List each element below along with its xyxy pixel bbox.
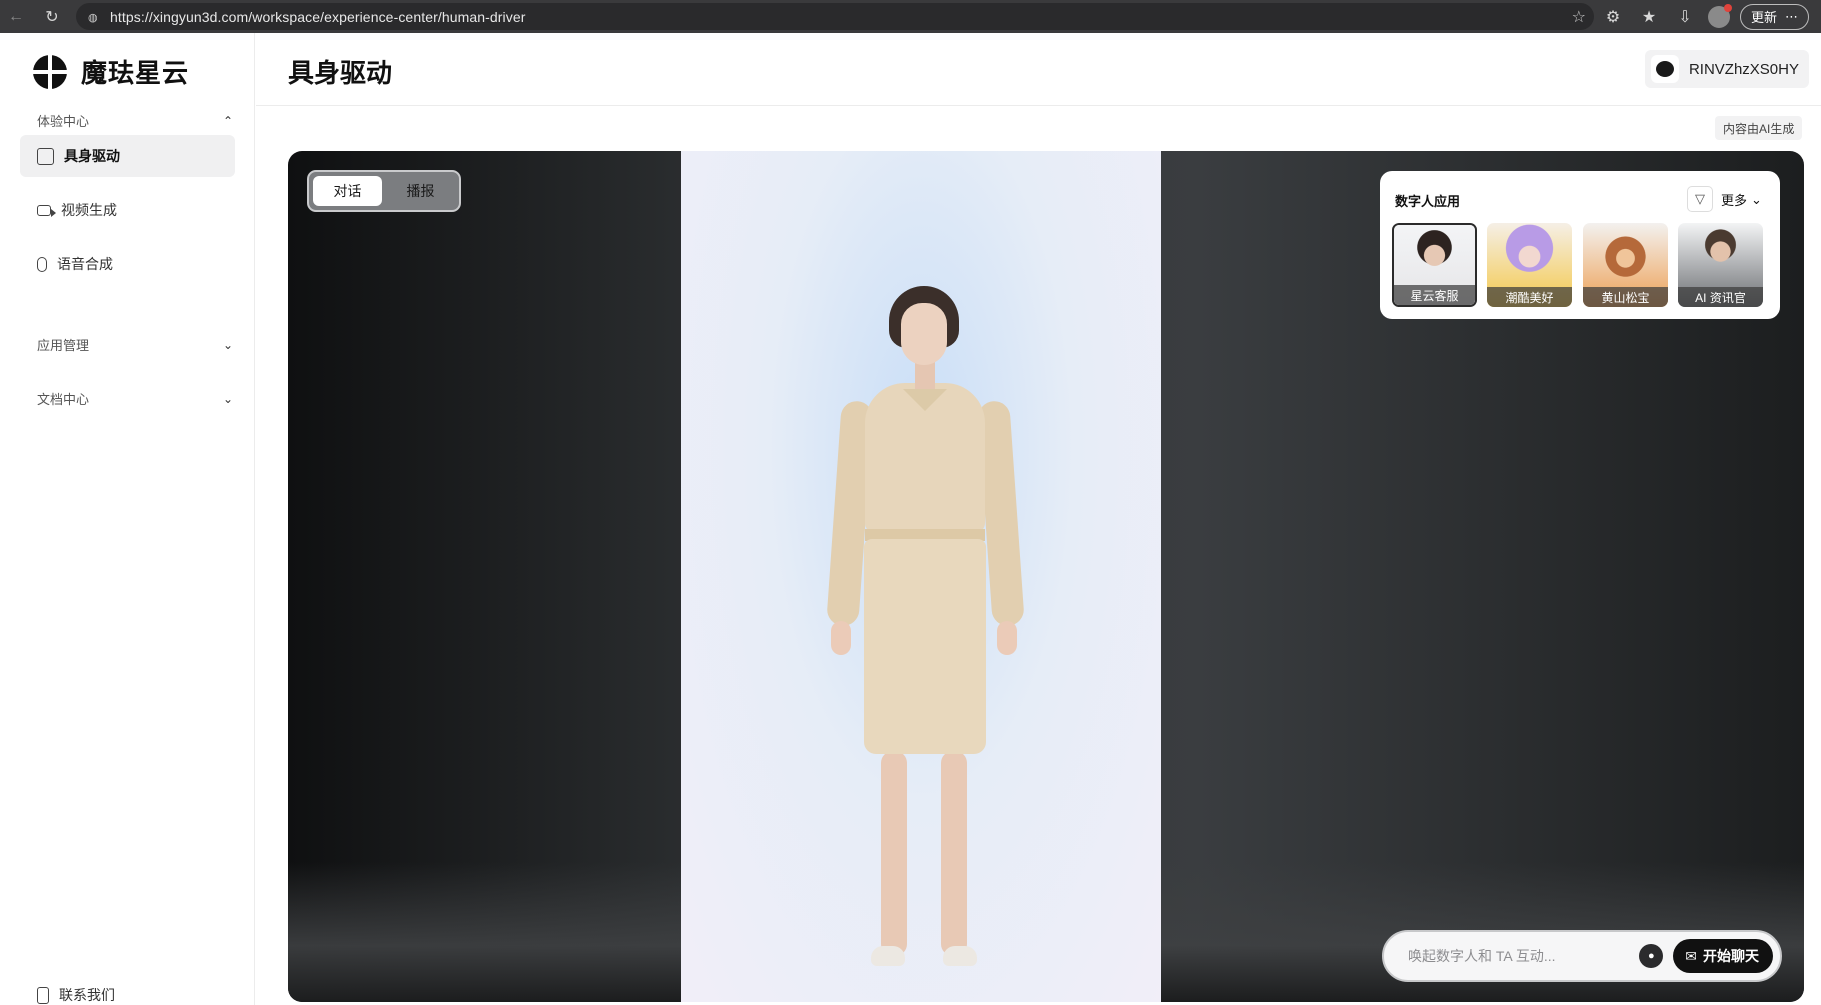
- filter-icon[interactable]: ▽: [1687, 186, 1713, 212]
- sidebar-item-embodied-driver[interactable]: 具身驱动: [20, 135, 235, 177]
- update-label: 更新: [1751, 10, 1778, 25]
- sidebar-item-video-generation[interactable]: 视频生成: [20, 189, 235, 231]
- sidebar-item-speech-synthesis[interactable]: 语音合成: [20, 243, 235, 285]
- chevron-up-icon: ⌃: [222, 113, 233, 128]
- character-card[interactable]: 黄山松宝: [1583, 223, 1668, 307]
- favorites-icon[interactable]: ★: [1636, 4, 1662, 30]
- brand-name: 魔珐星云: [81, 58, 190, 88]
- digital-human-app-panel: 数字人应用 ▽ 更多 ⌄ 星云客服 潮酷美好 黄山松宝 AI 资讯官: [1380, 171, 1780, 319]
- character-name: 黄山松宝: [1583, 287, 1668, 307]
- downloads-icon[interactable]: ⇩: [1672, 4, 1698, 30]
- sidebar-item-label: 视频生成: [61, 202, 117, 218]
- sidebar-item-label: 具身驱动: [64, 148, 120, 164]
- character-name: 星云客服: [1394, 285, 1475, 305]
- chat-bar: ● ✉ 开始聊天: [1382, 930, 1782, 982]
- reload-icon[interactable]: ↻: [38, 3, 66, 31]
- character-name: 潮酷美好: [1487, 287, 1572, 307]
- character-card[interactable]: 潮酷美好: [1487, 223, 1572, 307]
- chevron-down-icon: ⌄: [222, 337, 233, 352]
- mode-dialogue-button[interactable]: 对话: [313, 176, 382, 206]
- video-icon: [37, 204, 56, 217]
- address-bar[interactable]: ◍ https://xingyun3d.com/workspace/experi…: [76, 3, 1594, 30]
- more-dropdown[interactable]: 更多 ⌄: [1721, 190, 1762, 209]
- browser-toolbar: ← ↻ ◍ https://xingyun3d.com/workspace/ex…: [0, 0, 1821, 33]
- back-icon[interactable]: ←: [2, 3, 30, 31]
- logo-icon: [33, 54, 67, 89]
- character-card[interactable]: AI 资讯官: [1678, 223, 1763, 307]
- ai-generated-notice: 内容由AI生成: [1715, 116, 1803, 140]
- more-label: 更多: [1721, 193, 1748, 208]
- username: RINVZhzXS0HY: [1688, 60, 1799, 78]
- brand-logo[interactable]: 魔珐星云: [33, 53, 189, 90]
- start-chat-button[interactable]: ✉ 开始聊天: [1673, 939, 1773, 973]
- group-docs-center[interactable]: 文档中心 ⌄: [37, 389, 237, 408]
- lock-icon: ◍: [88, 11, 98, 24]
- group-experience-center[interactable]: 体验中心 ⌃: [37, 111, 237, 130]
- chevron-down-icon: ⌄: [1751, 191, 1762, 207]
- profile-avatar[interactable]: [1708, 3, 1732, 28]
- sidebar: 魔珐星云 体验中心 ⌃ 具身驱动 视频生成 语音合成 应用管理 ⌄ 文档中心 ⌄…: [0, 33, 255, 1005]
- start-chat-label: 开始聊天: [1703, 948, 1759, 964]
- chat-bubble-icon: ✉: [1685, 947, 1697, 964]
- avatar: [1650, 55, 1679, 83]
- group-title-label: 应用管理: [37, 338, 90, 353]
- group-app-management[interactable]: 应用管理 ⌄: [37, 335, 237, 354]
- chat-input[interactable]: [1408, 948, 1640, 964]
- extensions-icon[interactable]: ⚙: [1600, 4, 1626, 30]
- more-menu-icon: ⋯: [1785, 8, 1799, 24]
- phone-icon: [37, 986, 49, 1004]
- url-text: https://xingyun3d.com/workspace/experien…: [110, 8, 526, 25]
- mode-broadcast-button[interactable]: 播报: [386, 176, 455, 206]
- character-name: AI 资讯官: [1678, 287, 1763, 307]
- panel-title: 数字人应用: [1395, 194, 1461, 209]
- page-title: 具身驱动: [288, 58, 393, 88]
- avatar-viewport: [681, 151, 1161, 1002]
- character-card[interactable]: 星云客服: [1392, 223, 1477, 307]
- group-title-label: 体验中心: [37, 114, 90, 129]
- bookmark-star-icon[interactable]: ☆: [1572, 7, 1586, 27]
- mode-toggle: 对话 播报: [307, 170, 461, 212]
- page-header: 具身驱动 RINVZhzXS0HY: [256, 33, 1821, 106]
- digital-human-figure: [681, 151, 1161, 1002]
- home-icon: [37, 147, 54, 165]
- mic-icon: [37, 256, 47, 272]
- chevron-down-icon: ⌄: [222, 391, 233, 406]
- group-title-label: 文档中心: [37, 392, 90, 407]
- voice-input-icon[interactable]: ●: [1639, 944, 1664, 968]
- update-button[interactable]: 更新 ⋯: [1740, 3, 1810, 30]
- contact-label: 联系我们: [59, 987, 115, 1003]
- user-menu[interactable]: RINVZhzXS0HY: [1644, 50, 1809, 88]
- contact-us-link[interactable]: 联系我们: [37, 985, 115, 1005]
- sidebar-item-label: 语音合成: [57, 256, 113, 272]
